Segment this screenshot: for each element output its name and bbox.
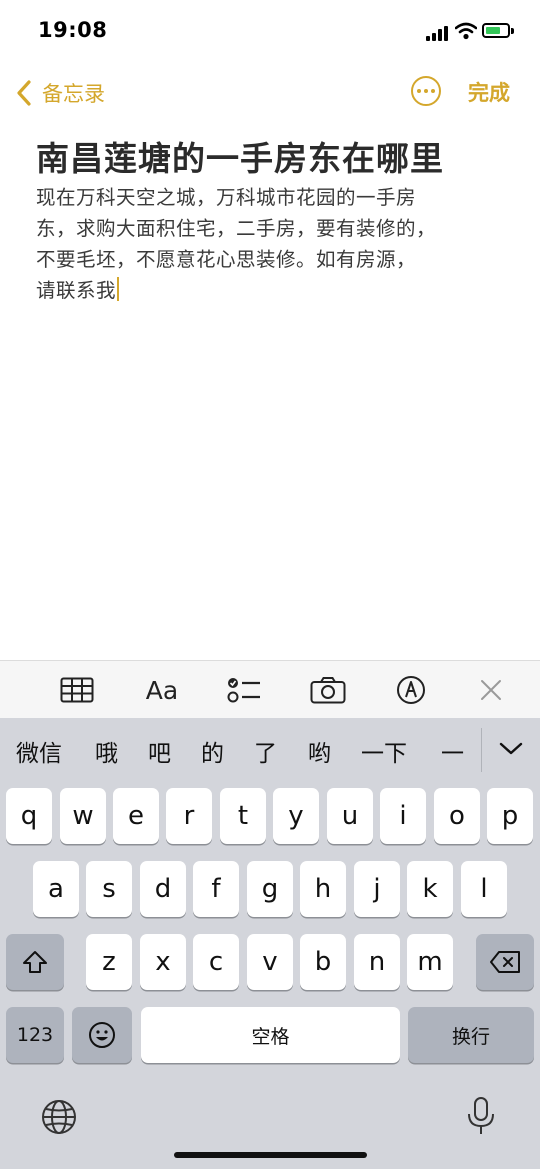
note-body-line: 请联系我 xyxy=(36,279,117,302)
candidate-word[interactable]: 了 xyxy=(254,734,277,768)
key-i[interactable]: i xyxy=(380,788,426,844)
candidate-word[interactable]: 一 xyxy=(441,734,464,768)
candidate-word[interactable]: 微信 xyxy=(16,734,62,768)
status-time: 19:08 xyxy=(38,18,108,42)
key-j[interactable]: j xyxy=(354,861,400,917)
key-l[interactable]: l xyxy=(461,861,507,917)
key-h[interactable]: h xyxy=(300,861,346,917)
key-v[interactable]: v xyxy=(247,934,293,990)
checklist-icon xyxy=(227,678,260,703)
candidate-word[interactable]: 哦 xyxy=(95,734,118,768)
key-d[interactable]: d xyxy=(140,861,186,917)
key-y[interactable]: y xyxy=(273,788,319,844)
candidate-word[interactable]: 哟 xyxy=(308,734,331,768)
text-cursor xyxy=(117,277,120,301)
markup-pen-icon xyxy=(397,676,425,704)
key-e[interactable]: e xyxy=(113,788,159,844)
candidate-word[interactable]: 一下 xyxy=(361,734,407,768)
globe-icon[interactable] xyxy=(40,1098,78,1136)
key-q[interactable]: q xyxy=(6,788,52,844)
key-g[interactable]: g xyxy=(247,861,293,917)
shift-arrow-icon xyxy=(23,951,47,973)
keyboard: 微信 哦 吧 的 了 哟 一下 一 q w e r t y u i o p a … xyxy=(0,718,540,1169)
chevron-down-icon[interactable] xyxy=(498,738,524,758)
close-icon xyxy=(481,680,501,700)
more-options-button[interactable] xyxy=(411,76,441,106)
key-k[interactable]: k xyxy=(407,861,453,917)
backspace-icon xyxy=(490,951,520,973)
candidate-bar: 微信 哦 吧 的 了 哟 一下 一 xyxy=(0,718,540,784)
key-p[interactable]: p xyxy=(487,788,533,844)
navigation-bar: 备忘录 完成 xyxy=(0,64,540,120)
battery-icon xyxy=(482,23,510,38)
chevron-left-icon xyxy=(17,80,31,106)
numbers-key[interactable]: 123 xyxy=(6,1007,64,1063)
candidate-divider xyxy=(481,728,482,772)
key-s[interactable]: s xyxy=(86,861,132,917)
done-button[interactable]: 完成 xyxy=(468,77,510,107)
cellular-signal-icon xyxy=(426,25,448,41)
note-body[interactable]: 现在万科天空之城，万科城市花园的一手房 东，求购大面积住宅，二手房，要有装修的，… xyxy=(36,182,476,306)
return-key[interactable]: 换行 xyxy=(408,1007,534,1063)
back-label: 备忘录 xyxy=(42,82,105,106)
key-c[interactable]: c xyxy=(193,934,239,990)
key-w[interactable]: w xyxy=(60,788,106,844)
key-t[interactable]: t xyxy=(220,788,266,844)
emoji-key[interactable] xyxy=(72,1007,132,1063)
wifi-icon xyxy=(455,22,477,40)
key-a[interactable]: a xyxy=(33,861,79,917)
key-f[interactable]: f xyxy=(193,861,239,917)
key-x[interactable]: x xyxy=(140,934,186,990)
status-bar: 19:08 xyxy=(0,0,540,64)
text-style-button[interactable]: Aa xyxy=(142,673,182,707)
key-o[interactable]: o xyxy=(434,788,480,844)
markup-button[interactable] xyxy=(393,673,429,707)
format-toolbar: Aa xyxy=(0,660,540,719)
note-body-line: 不要毛坯，不愿意花心思装修。如有房源， xyxy=(36,248,417,271)
ellipsis-icon xyxy=(417,89,421,93)
home-indicator xyxy=(174,1152,367,1158)
camera-icon xyxy=(310,677,346,704)
emoji-icon xyxy=(89,1022,115,1048)
candidate-word[interactable]: 吧 xyxy=(148,734,171,768)
key-r[interactable]: r xyxy=(166,788,212,844)
microphone-icon[interactable] xyxy=(466,1096,496,1138)
shift-key[interactable] xyxy=(6,934,64,990)
camera-button[interactable] xyxy=(310,673,346,707)
key-n[interactable]: n xyxy=(354,934,400,990)
note-body-line: 东，求购大面积住宅，二手房，要有装修的， xyxy=(36,217,437,240)
delete-key[interactable] xyxy=(476,934,534,990)
close-toolbar-button[interactable] xyxy=(476,673,506,707)
note-title[interactable]: 南昌莲塘的一手房东在哪里 xyxy=(36,132,506,180)
key-z[interactable]: z xyxy=(86,934,132,990)
table-button[interactable] xyxy=(58,673,96,707)
key-m[interactable]: m xyxy=(407,934,453,990)
candidate-word[interactable]: 的 xyxy=(201,734,224,768)
checklist-button[interactable] xyxy=(226,673,262,707)
table-icon xyxy=(60,677,94,703)
note-body-line: 现在万科天空之城，万科城市花园的一手房 xyxy=(36,186,417,209)
key-u[interactable]: u xyxy=(327,788,373,844)
space-key[interactable]: 空格 xyxy=(141,1007,400,1063)
battery-cap xyxy=(511,28,514,34)
back-button[interactable]: 备忘录 xyxy=(14,76,105,110)
key-b[interactable]: b xyxy=(300,934,346,990)
